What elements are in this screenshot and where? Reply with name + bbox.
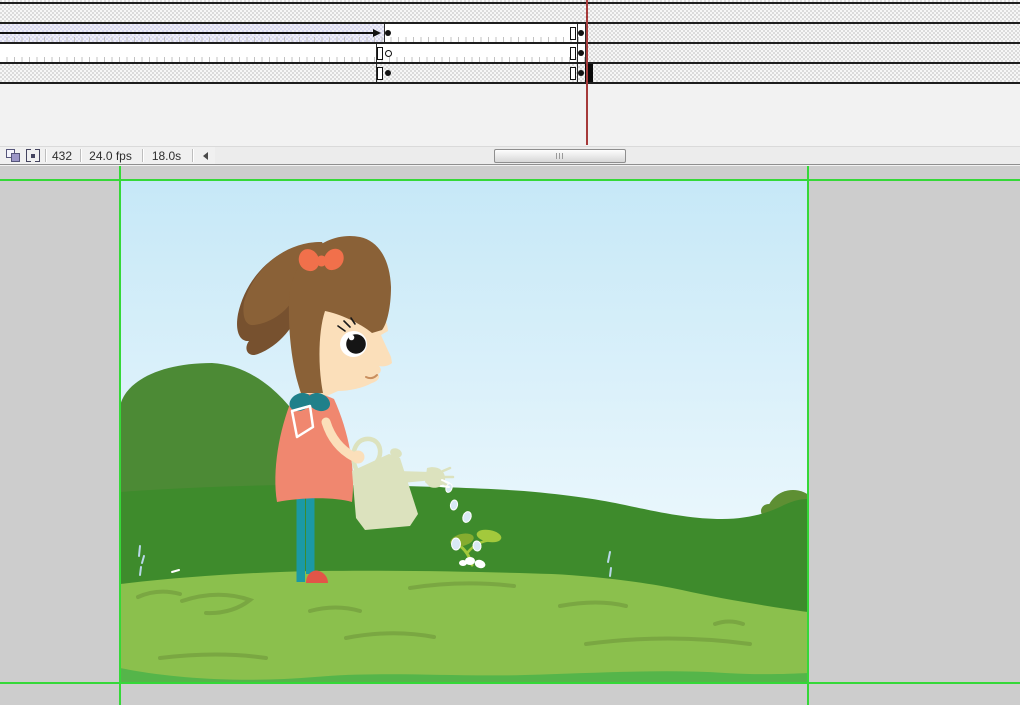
timeline-panel: 432 24.0 fps 18.0s <box>0 0 1020 166</box>
girl-hand <box>352 451 365 464</box>
frame-span-checker[interactable] <box>0 4 1020 23</box>
layer-row-separator <box>0 22 1020 24</box>
frame-span-white[interactable] <box>0 44 585 63</box>
empty-keyframe[interactable] <box>385 50 392 57</box>
elapsed-time-value: 18.0s <box>142 149 191 163</box>
layer-row-empty[interactable] <box>0 4 1020 23</box>
layer-row-separator <box>0 82 1020 84</box>
timeline-status-bar: 432 24.0 fps 18.0s <box>0 146 1020 164</box>
frame-span-checker[interactable] <box>585 24 1020 43</box>
tween-arrowhead <box>373 29 381 37</box>
layer-row-separator <box>0 2 1020 4</box>
current-frame-value: 432 <box>45 149 79 163</box>
layer-row-separator <box>0 42 1020 44</box>
span-end[interactable] <box>570 27 576 40</box>
timeline-scrollbar[interactable] <box>215 147 1020 164</box>
stage[interactable] <box>120 180 808 682</box>
timeline-frames-area[interactable] <box>0 0 1020 146</box>
edit-multiple-frames-icon-front <box>11 153 20 162</box>
application-window: 432 24.0 fps 18.0s <box>0 0 1020 705</box>
scrollbar-thumb[interactable] <box>494 149 626 163</box>
scroll-left-arrow[interactable] <box>203 152 208 160</box>
keyframe-dot[interactable] <box>578 70 584 76</box>
vertical-guide[interactable] <box>807 166 809 705</box>
horizontal-guide[interactable] <box>0 682 1020 684</box>
center-frame-icon[interactable] <box>26 149 40 162</box>
horizontal-guide[interactable] <box>0 179 1020 181</box>
keyframe-dot[interactable] <box>578 50 584 56</box>
keyframe-dot[interactable] <box>385 30 391 36</box>
frame-span-white[interactable] <box>384 24 586 43</box>
girl-leg-right <box>306 496 315 574</box>
vertical-guide[interactable] <box>119 166 121 705</box>
span-end[interactable] <box>377 47 383 60</box>
layer-row-2[interactable] <box>0 44 1020 63</box>
span-end[interactable] <box>377 67 383 80</box>
girl-eye-shine <box>349 335 355 341</box>
playhead[interactable] <box>586 0 588 145</box>
center-frame-icon-dot <box>31 154 35 158</box>
girl-leg-left <box>297 496 306 582</box>
layer-row-separator <box>0 62 1020 64</box>
layer-row-1[interactable] <box>0 24 1020 43</box>
frame-rate-value[interactable]: 24.0 fps <box>80 149 141 163</box>
frame-span-checker[interactable] <box>0 64 1020 83</box>
edit-multiple-frames-icon[interactable] <box>6 149 21 163</box>
frame-span-checker[interactable] <box>585 44 1020 63</box>
keyframe-dot[interactable] <box>578 30 584 36</box>
keyframe-dot[interactable] <box>385 70 391 76</box>
span-end[interactable] <box>570 67 576 80</box>
tween-arrow <box>0 32 377 34</box>
span-end[interactable] <box>570 47 576 60</box>
status-separator <box>192 149 193 162</box>
scrollbar-grip <box>556 153 565 159</box>
center-frame-icon-right-bracket <box>35 149 40 162</box>
layer-row-3[interactable] <box>0 64 1020 83</box>
